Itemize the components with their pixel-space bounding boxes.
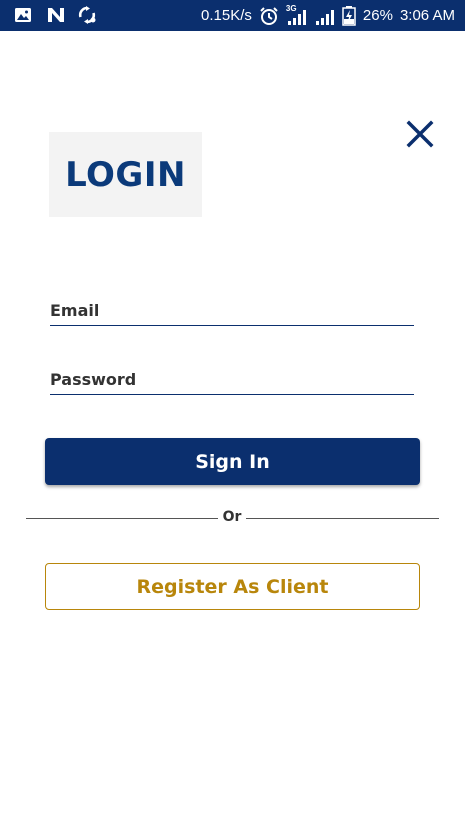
clock-time: 3:06 AM (399, 7, 455, 24)
or-separator-label: Or (222, 509, 242, 525)
network-speed: 0.15K/s (201, 7, 252, 24)
divider-left (26, 518, 218, 519)
password-field[interactable] (50, 364, 414, 395)
register-as-client-button[interactable]: Register As Client (45, 563, 420, 610)
close-button[interactable] (404, 118, 436, 150)
status-bar-right: 0.15K/s 3G 26% 3:06 AM (201, 0, 455, 31)
divider-right (246, 518, 439, 519)
close-icon (406, 120, 434, 148)
battery-charging-icon (342, 5, 356, 26)
signal-icon (315, 6, 335, 26)
battery-percent: 26% (362, 7, 393, 24)
image-icon (14, 6, 34, 26)
sync-icon (78, 6, 98, 26)
login-title-box: LOGIN (49, 132, 202, 217)
sign-in-button[interactable]: Sign In (45, 438, 420, 485)
signal-icon: 3G (286, 4, 308, 26)
status-bar-left-icons (14, 6, 98, 26)
page-title: LOGIN (65, 154, 186, 195)
alarm-icon (259, 6, 279, 26)
n-notification-icon (46, 6, 66, 26)
status-bar: 0.15K/s 3G 26% 3:06 AM (0, 0, 465, 31)
email-field[interactable] (50, 295, 414, 326)
